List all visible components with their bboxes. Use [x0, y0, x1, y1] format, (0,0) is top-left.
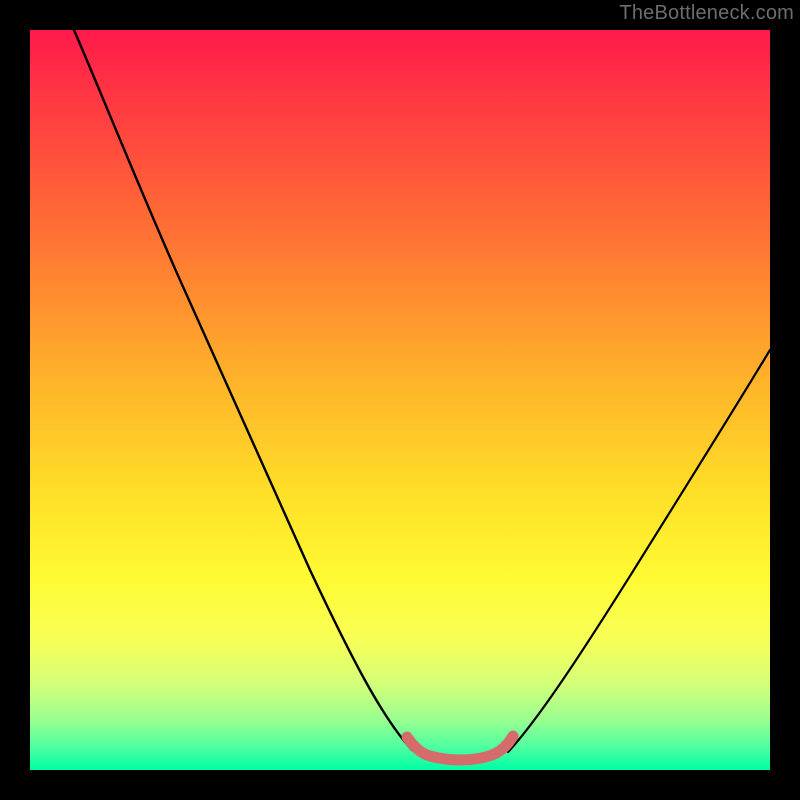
chart-frame: TheBottleneck.com	[0, 0, 800, 800]
left-branch-curve	[74, 30, 412, 750]
curve-overlay	[30, 30, 770, 770]
watermark-text: TheBottleneck.com	[619, 2, 794, 25]
bottom-flat-marker	[407, 736, 513, 760]
right-branch-curve	[508, 350, 770, 752]
plot-area	[30, 30, 770, 770]
